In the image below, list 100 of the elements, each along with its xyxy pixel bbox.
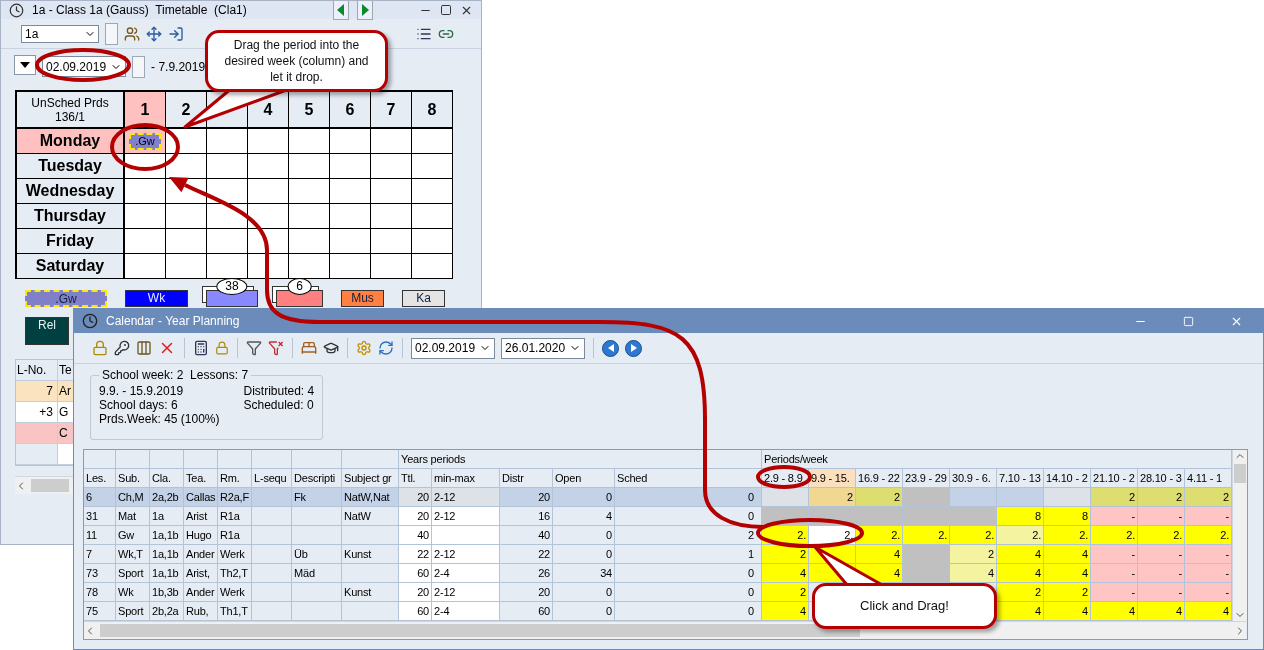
timetable-cell[interactable]: [248, 129, 289, 154]
week-header[interactable]: 14.10 - 2: [1044, 469, 1091, 488]
table-row[interactable]: 73 Sport 1a,1b Arist, Th2,T Mäd 60 2-4 26 34 0 4 4 4 4 4 - - -: [84, 564, 1232, 583]
period-header[interactable]: 7: [371, 92, 412, 129]
table-row[interactable]: 7 Wk,T 1a,1b Ander Werk Üb Kunst 22 2-12 22 0 1 2 4 2 4 4 - - -: [84, 545, 1232, 564]
week-cell[interactable]: 2: [856, 488, 903, 507]
week-cell[interactable]: 4: [950, 564, 997, 583]
day-label[interactable]: Saturday: [17, 254, 125, 279]
week-cell[interactable]: 2: [1044, 583, 1091, 602]
week-cell[interactable]: 2.: [856, 526, 903, 545]
week-cell[interactable]: 4: [856, 545, 903, 564]
day-label[interactable]: Thursday: [17, 204, 125, 229]
week-cell[interactable]: -: [1185, 583, 1232, 602]
period-header[interactable]: 8: [412, 92, 453, 129]
week-cell[interactable]: 2.: [1044, 526, 1091, 545]
period-header[interactable]: 5: [289, 92, 330, 129]
previous-button[interactable]: [333, 1, 349, 20]
week-header[interactable]: 4.11 - 1: [1185, 469, 1232, 488]
scroll-thumb[interactable]: [1234, 464, 1246, 483]
timetable-cell[interactable]: [371, 229, 412, 254]
week-cell[interactable]: [950, 488, 997, 507]
timetable-cell[interactable]: [166, 254, 207, 279]
date-to-field[interactable]: 26.01.2020: [501, 337, 586, 359]
week-cell[interactable]: 2: [1091, 488, 1138, 507]
week-cell[interactable]: 2.: [1091, 526, 1138, 545]
timetable-cell[interactable]: [412, 179, 453, 204]
week-cell[interactable]: 4: [1091, 602, 1138, 621]
week-header[interactable]: 30.9 - 6.: [950, 469, 997, 488]
timetable-cell[interactable]: [207, 254, 248, 279]
previous-button[interactable]: [602, 339, 620, 357]
week-cell[interactable]: -: [1091, 545, 1138, 564]
week-header[interactable]: 28.10 - 3: [1138, 469, 1185, 488]
week-cell[interactable]: [903, 564, 950, 583]
timetable-cell[interactable]: [330, 229, 371, 254]
week-cell[interactable]: 2: [762, 545, 809, 564]
week-cell[interactable]: 4: [1185, 602, 1232, 621]
week-cell[interactable]: 2.: [997, 526, 1044, 545]
lesson-card[interactable]: Mus: [341, 290, 384, 307]
week-cell[interactable]: 4: [1138, 602, 1185, 621]
timetable-cell[interactable]: [248, 179, 289, 204]
timetable-cell[interactable]: [125, 229, 166, 254]
week-cell[interactable]: [903, 507, 950, 526]
date-from-field[interactable]: 02.09.2019: [411, 337, 496, 359]
week-cell[interactable]: -: [1091, 507, 1138, 526]
lesson-card[interactable]: Wk: [125, 290, 188, 307]
day-label[interactable]: Monday: [17, 129, 125, 154]
timetable-cell[interactable]: [330, 204, 371, 229]
timetable-cell[interactable]: [207, 129, 248, 154]
week-cell[interactable]: [1044, 488, 1091, 507]
table-row[interactable]: 6 Ch,M 2a,2b Callas R2a,F Fk NatW,Nat 20 2-12 20 0 0 2 2 2 2 2: [84, 488, 1232, 507]
horizontal-scrollbar[interactable]: [84, 621, 1246, 639]
timetable-cell[interactable]: [330, 129, 371, 154]
timetable-cell[interactable]: [289, 254, 330, 279]
timetable-cell[interactable]: [412, 154, 453, 179]
week-cell[interactable]: -: [1138, 583, 1185, 602]
lock-icon[interactable]: [92, 340, 108, 356]
table-row[interactable]: 31 Mat 1a Arist R1a NatW 20 2-12 16 4 0 8 8 - - -: [84, 507, 1232, 526]
week-cell[interactable]: [950, 507, 997, 526]
week-header[interactable]: 23.9 - 29: [903, 469, 950, 488]
timetable-cell[interactable]: [371, 254, 412, 279]
week-cell[interactable]: -: [1091, 583, 1138, 602]
timetable-cell[interactable]: [207, 229, 248, 254]
week-cell[interactable]: -: [1185, 507, 1232, 526]
maximize-icon[interactable]: [440, 4, 452, 16]
period-header[interactable]: 1: [125, 92, 166, 129]
timetable-cell[interactable]: [248, 154, 289, 179]
refresh-icon[interactable]: [378, 340, 394, 356]
timetable-cell[interactable]: [125, 204, 166, 229]
week-cell[interactable]: 4: [997, 545, 1044, 564]
week-cell[interactable]: [997, 488, 1044, 507]
week-cell[interactable]: 4: [762, 602, 809, 621]
timetable-cell[interactable]: [207, 154, 248, 179]
period-header[interactable]: 6: [330, 92, 371, 129]
week-cell[interactable]: 2: [1138, 488, 1185, 507]
timetable-cell[interactable]: [412, 229, 453, 254]
week-header[interactable]: 7.10 - 13: [997, 469, 1044, 488]
timetable-cell[interactable]: [248, 204, 289, 229]
dropdown-button[interactable]: [14, 55, 36, 75]
clear-filter-icon[interactable]: [268, 340, 284, 356]
horizontal-scrollbar[interactable]: [15, 476, 73, 494]
timetable-cell[interactable]: [166, 204, 207, 229]
week-cell[interactable]: 2: [809, 488, 856, 507]
timetable-cell[interactable]: [371, 204, 412, 229]
week-cell[interactable]: 4: [1044, 545, 1091, 564]
next-button[interactable]: [625, 339, 643, 357]
week-cell[interactable]: -: [1185, 545, 1232, 564]
timetable-cell[interactable]: [166, 154, 207, 179]
week-cell[interactable]: [903, 545, 950, 564]
week-cell[interactable]: 8: [1044, 507, 1091, 526]
timetable-cell[interactable]: [371, 154, 412, 179]
timetable-cell[interactable]: [412, 254, 453, 279]
timetable-cell[interactable]: [330, 254, 371, 279]
week-cell[interactable]: 2.: [1138, 526, 1185, 545]
timetable-cell[interactable]: [289, 129, 330, 154]
next-button[interactable]: [357, 1, 373, 20]
vertical-scrollbar[interactable]: [1232, 450, 1247, 621]
column-header[interactable]: L-No.: [16, 360, 58, 381]
week-cell[interactable]: [903, 488, 950, 507]
week-cell[interactable]: 4: [1044, 564, 1091, 583]
timetable-cell[interactable]: [330, 179, 371, 204]
